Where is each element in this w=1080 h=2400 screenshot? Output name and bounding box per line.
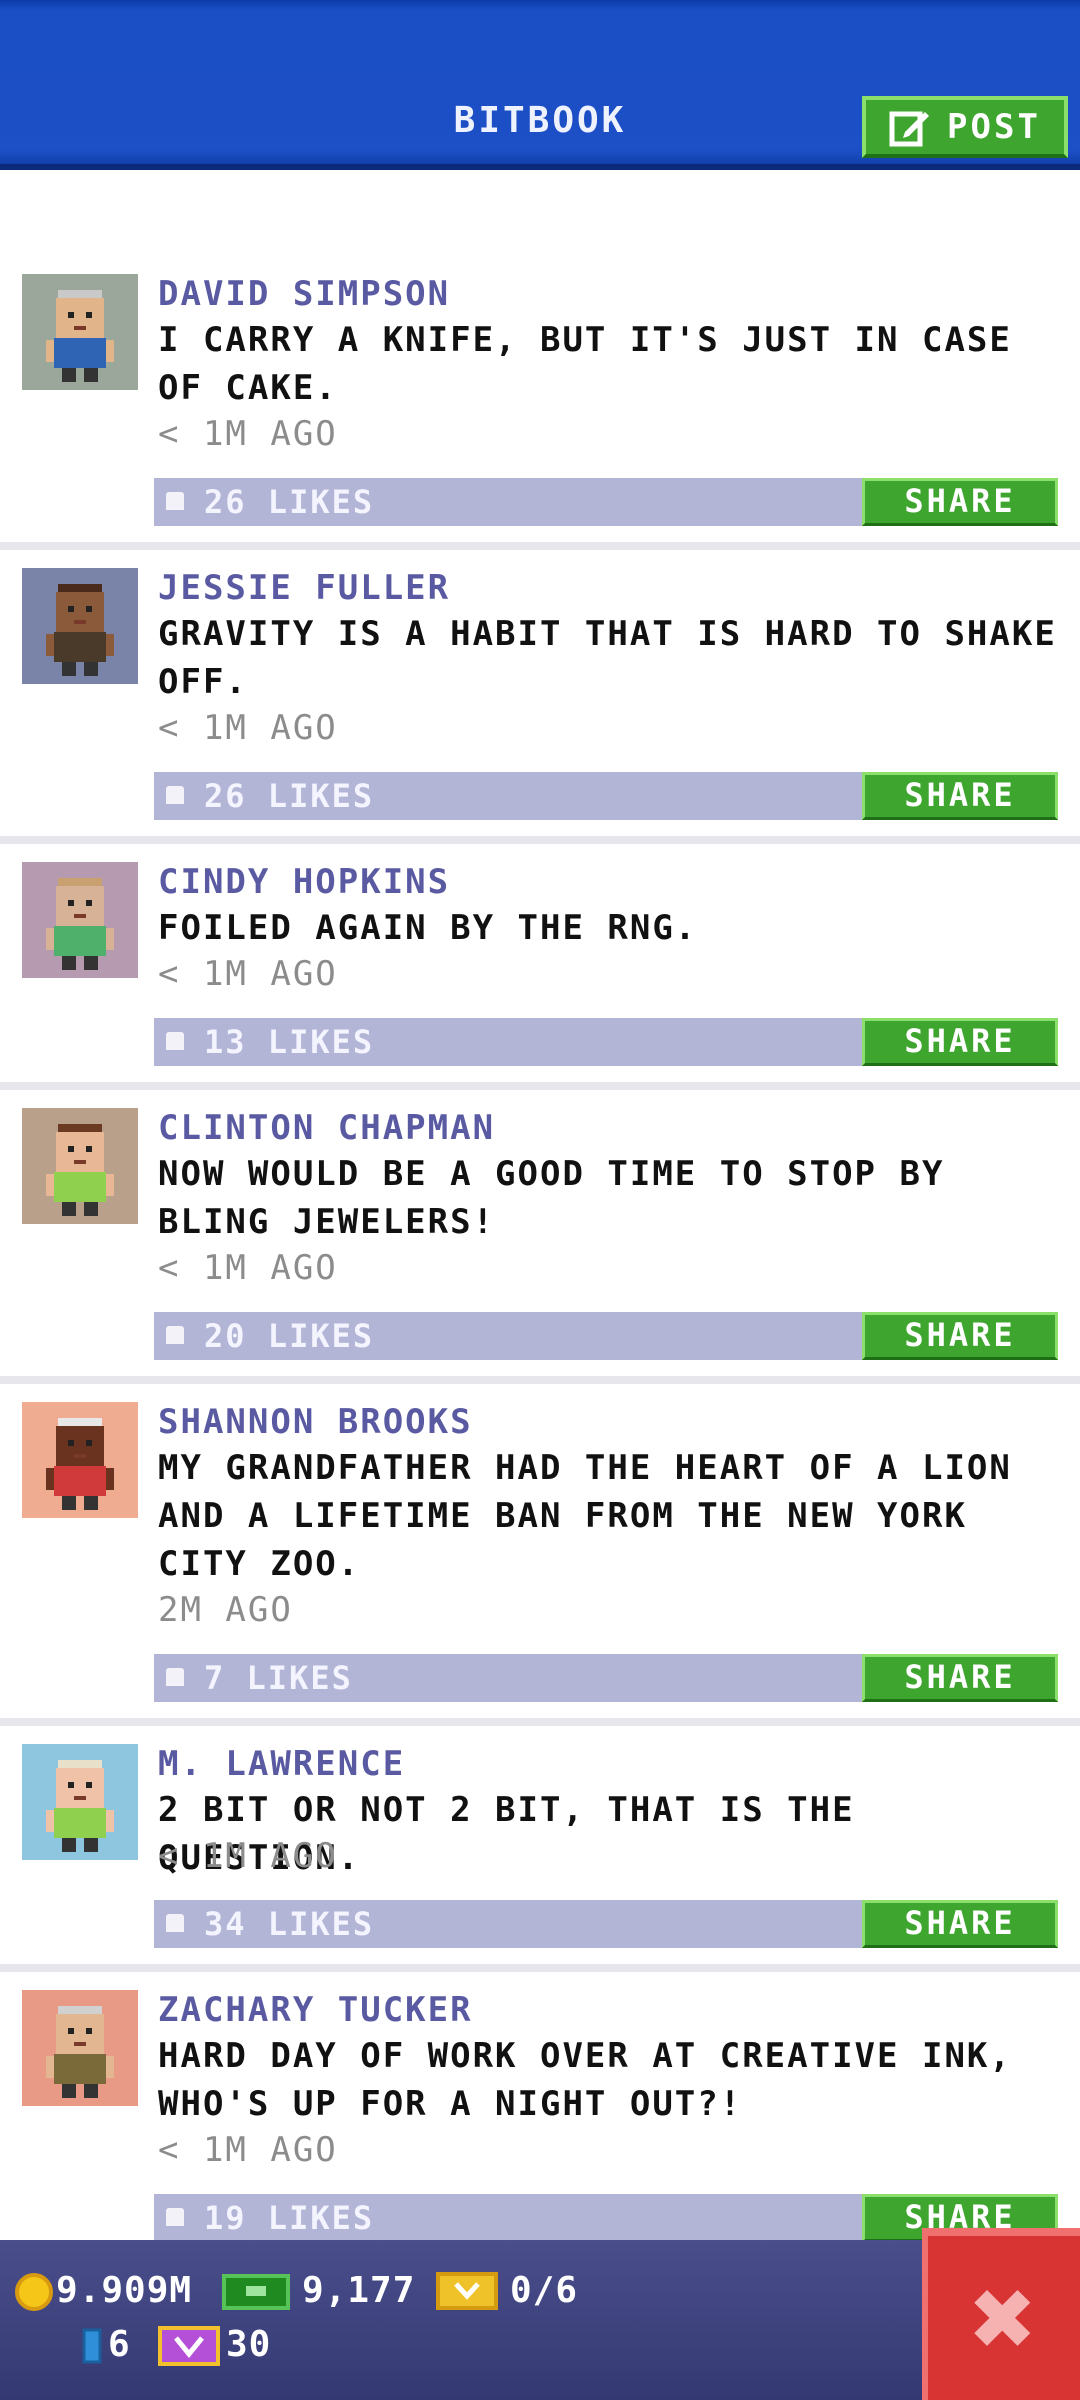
likes-count: 26 LIKES	[204, 777, 375, 815]
post-author[interactable]: JESSIE FULLER	[158, 568, 450, 608]
share-button[interactable]: SHARE	[862, 772, 1058, 820]
post-time: < 1M AGO	[158, 414, 338, 454]
likes-bar: 20 LIKES SHARE	[154, 1312, 1058, 1360]
status-bar: 9.909M 9,177 0/6 6 30	[0, 2240, 1080, 2400]
post-time: 2M AGO	[158, 1590, 293, 1630]
share-button[interactable]: SHARE	[862, 478, 1058, 526]
post-message: GRAVITY IS A HABIT THAT IS HARD TO SHAKE…	[158, 614, 1057, 702]
share-button[interactable]: SHARE	[862, 1312, 1058, 1360]
thumbs-up-icon	[166, 1032, 184, 1050]
likes-count: 13 LIKES	[204, 1023, 375, 1061]
post-button-label: POST	[947, 107, 1041, 147]
likes-count: 26 LIKES	[204, 483, 375, 521]
bitbook-feed[interactable]: DAVID SIMPSON I CARRY A KNIFE, BUT IT'S …	[0, 170, 1080, 2240]
post-message: HARD DAY OF WORK OVER AT CREATIVE INK, W…	[158, 2036, 1012, 2124]
likes-bar: 26 LIKES SHARE	[154, 772, 1058, 820]
close-button[interactable]: ✖	[922, 2228, 1080, 2400]
likes-count: 7 LIKES	[204, 1659, 353, 1697]
thumbs-up-icon	[166, 786, 184, 804]
avatar[interactable]	[22, 1990, 138, 2106]
avatar[interactable]	[22, 1108, 138, 1224]
thumbs-up-icon	[166, 1668, 184, 1686]
bux-icon	[222, 2274, 290, 2310]
likes-count: 34 LIKES	[204, 1905, 375, 1943]
post-time: < 1M AGO	[158, 1248, 338, 1288]
vip-count: 30	[226, 2324, 272, 2365]
divider	[0, 1082, 1080, 1090]
likes-bar: 26 LIKES SHARE	[154, 478, 1058, 526]
post-author[interactable]: CLINTON CHAPMAN	[158, 1108, 495, 1148]
avatar[interactable]	[22, 568, 138, 684]
vip-icon	[158, 2326, 220, 2366]
post-author[interactable]: M. LAWRENCE	[158, 1744, 405, 1784]
thumbs-up-icon	[166, 1326, 184, 1344]
post-time: < 1M AGO	[158, 708, 338, 748]
likes-count: 20 LIKES	[204, 1317, 375, 1355]
divider	[0, 542, 1080, 550]
blue-token-count: 6	[108, 2324, 131, 2365]
likes-count: 19 LIKES	[204, 2199, 375, 2237]
post-time: < 1M AGO	[158, 2130, 338, 2170]
post-message: NOW WOULD BE A GOOD TIME TO STOP BY BLIN…	[158, 1154, 945, 1242]
post-button[interactable]: POST	[862, 96, 1068, 158]
blue-token-icon	[82, 2328, 102, 2364]
divider	[0, 1964, 1080, 1972]
avatar[interactable]	[22, 862, 138, 978]
thumbs-up-icon	[166, 2208, 184, 2226]
divider	[0, 1718, 1080, 1726]
share-button[interactable]: SHARE	[862, 1654, 1058, 1702]
share-button[interactable]: SHARE	[862, 1900, 1058, 1948]
avatar[interactable]	[22, 274, 138, 390]
divider	[0, 836, 1080, 844]
thumbs-up-icon	[166, 492, 184, 510]
thumbs-up-icon	[166, 1914, 184, 1932]
post-message: I CARRY A KNIFE, BUT IT'S JUST IN CASE O…	[158, 320, 1012, 408]
avatar[interactable]	[22, 1402, 138, 1518]
app-header: BITBOOK POST	[0, 0, 1080, 170]
ticket-icon	[436, 2272, 498, 2310]
avatar[interactable]	[22, 1744, 138, 1860]
coins-count: 9.909M	[56, 2270, 193, 2311]
bux-count: 9,177	[302, 2270, 416, 2311]
post-author[interactable]: ZACHARY TUCKER	[158, 1990, 473, 2030]
post-message: FOILED AGAIN BY THE RNG.	[158, 908, 698, 948]
likes-bar: 34 LIKES SHARE	[154, 1900, 1058, 1948]
post-message: MY GRANDFATHER HAD THE HEART OF A LION A…	[158, 1448, 1012, 1584]
share-button[interactable]: SHARE	[862, 1018, 1058, 1066]
post-time: < 1M AGO	[158, 1836, 338, 1876]
post-author[interactable]: DAVID SIMPSON	[158, 274, 450, 314]
divider	[0, 1376, 1080, 1384]
likes-bar: 7 LIKES SHARE	[154, 1654, 1058, 1702]
tickets-count: 0/6	[510, 2270, 579, 2311]
post-author[interactable]: SHANNON BROOKS	[158, 1402, 473, 1442]
edit-icon	[889, 111, 930, 147]
post-time: < 1M AGO	[158, 954, 338, 994]
coin-icon	[15, 2273, 53, 2311]
post-author[interactable]: CINDY HOPKINS	[158, 862, 450, 902]
likes-bar: 13 LIKES SHARE	[154, 1018, 1058, 1066]
close-icon: ✖	[970, 2254, 1038, 2382]
